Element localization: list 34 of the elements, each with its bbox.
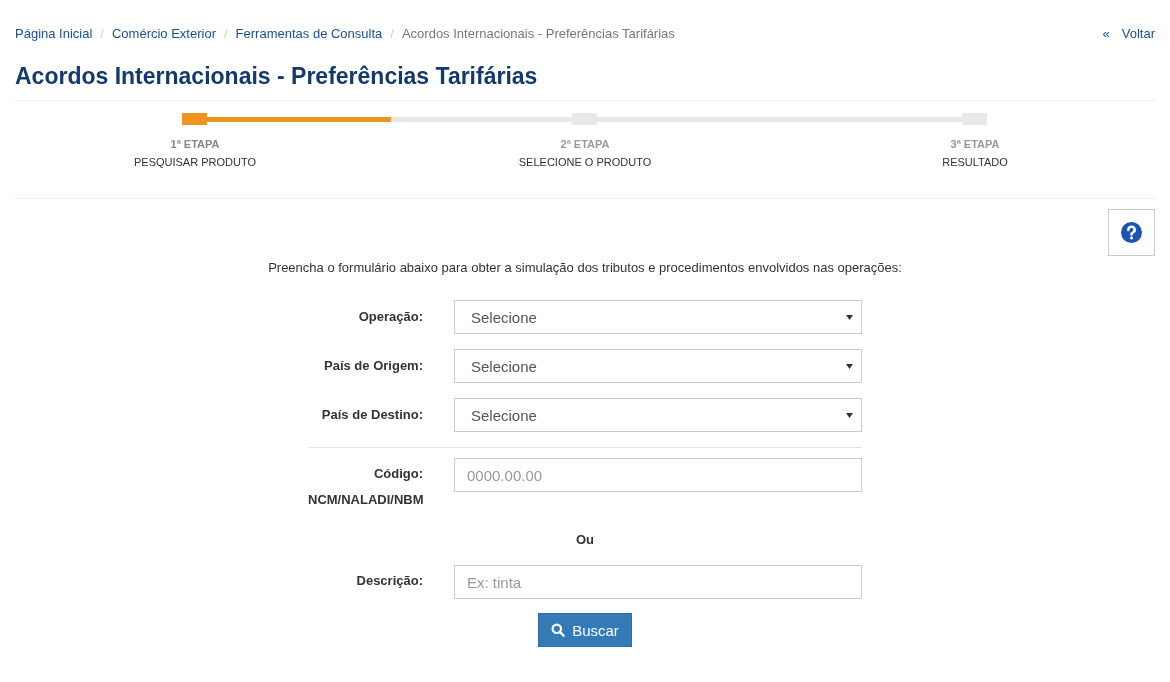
dropdown[interactable]: Selecione	[454, 300, 862, 334]
breadcrumb-link[interactable]: Ferramentas de Consulta	[235, 26, 383, 41]
field-label: País de Destino:	[320, 406, 423, 424]
step-label: RESULTADO	[942, 156, 1008, 168]
or-separator: Ou	[575, 532, 595, 547]
field-label: Descrição:	[355, 572, 423, 590]
input-field[interactable]: Ex: tinta	[454, 565, 862, 599]
caret-icon	[846, 412, 853, 418]
breadcrumb-separator: /	[223, 26, 229, 41]
help-icon	[1121, 222, 1142, 243]
field-label: País de Origem:	[323, 357, 423, 375]
breadcrumb-separator: /	[99, 26, 105, 41]
breadcrumb-link[interactable]: Página Inicial	[15, 26, 93, 41]
breadcrumb-current-page: Acordos Internacionais - Preferências Tarifárias	[401, 26, 675, 41]
step-number: 3ª ETAPA	[950, 138, 1000, 150]
step-label: PESQUISAR PRODUTO	[133, 156, 256, 168]
caret-icon	[846, 363, 853, 369]
search-button[interactable]: Buscar	[538, 613, 632, 647]
breadcrumb-link[interactable]: Comércio Exterior	[111, 26, 216, 41]
breadcrumb-separator: /	[389, 26, 395, 41]
dropdown[interactable]: Selecione	[454, 398, 862, 432]
caret-icon	[846, 314, 853, 320]
input-field[interactable]: 0000.00.00	[454, 458, 862, 492]
dropdown[interactable]: Selecione	[454, 349, 862, 383]
step-number: 1ª ETAPA	[170, 138, 220, 150]
search-icon	[551, 623, 566, 637]
back-link[interactable]: « Voltar	[1102, 26, 1155, 41]
intro-text: Preencha o formulário abaixo para obter a simulação dos tributos e procedimentos envolvidos nas operações:	[267, 260, 903, 275]
step-number: 2ª ETAPA	[560, 138, 610, 150]
field-label: Código: NCM/NALADI/NBM	[308, 465, 423, 509]
step-label: SELECIONE O PRODUTO	[518, 156, 652, 168]
field-label: Operação:	[357, 308, 423, 326]
page-title: Acordos Internacionais - Preferências Tarifárias	[15, 63, 1155, 101]
help-button[interactable]	[1108, 209, 1155, 256]
